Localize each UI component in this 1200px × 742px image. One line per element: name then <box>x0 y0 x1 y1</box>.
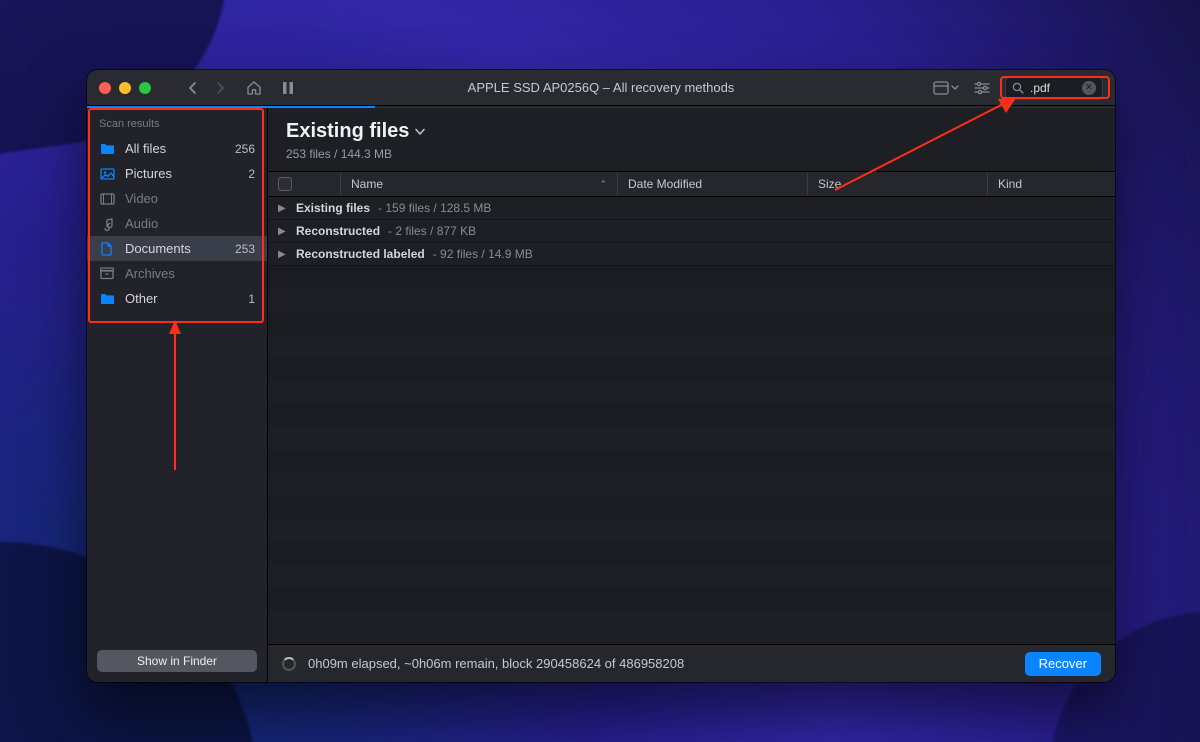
group-meta: - 159 files / 128.5 MB <box>378 201 491 215</box>
clear-search-button[interactable]: ✕ <box>1082 81 1096 95</box>
maximize-button[interactable] <box>139 82 151 94</box>
scan-progress <box>87 106 1115 108</box>
main-panel: Existing files 253 files / 144.3 MB Name… <box>268 108 1115 682</box>
spinner-icon <box>282 657 296 671</box>
group-row[interactable]: ▶ Reconstructed - 2 files / 877 KB <box>268 220 1115 243</box>
folder-icon <box>99 291 115 307</box>
sidebar-item-label: All files <box>125 141 166 156</box>
show-in-finder-button[interactable]: Show in Finder <box>97 650 257 672</box>
column-size[interactable]: Size <box>807 172 987 196</box>
column-name[interactable]: Name ⌃ <box>340 172 617 196</box>
group-row[interactable]: ▶ Reconstructed labeled - 92 files / 14.… <box>268 243 1115 266</box>
disclosure-icon[interactable]: ▶ <box>278 203 288 214</box>
search-icon <box>1012 82 1024 94</box>
select-all-checkbox[interactable] <box>278 177 292 191</box>
app-window: APPLE SSD AP0256Q – All recovery methods… <box>87 70 1115 682</box>
recover-button[interactable]: Recover <box>1025 652 1101 676</box>
sidebar-item-all-files[interactable]: All files 256 <box>87 136 267 161</box>
window-controls <box>99 82 151 94</box>
minimize-button[interactable] <box>119 82 131 94</box>
group-row[interactable]: ▶ Existing files - 159 files / 128.5 MB <box>268 197 1115 220</box>
disclosure-icon[interactable]: ▶ <box>278 226 288 237</box>
sidebar-item-documents[interactable]: Documents 253 <box>87 236 267 261</box>
group-name: Reconstructed labeled <box>296 247 425 261</box>
sidebar-item-count: 1 <box>248 292 255 306</box>
forward-button[interactable] <box>207 75 233 101</box>
folder-icon <box>99 141 115 157</box>
sidebar-item-other[interactable]: Other 1 <box>87 286 267 311</box>
file-listing[interactable]: ▶ Existing files - 159 files / 128.5 MB … <box>268 197 1115 644</box>
sidebar: Scan results All files 256 Pictures 2 Vi… <box>87 108 268 682</box>
main-title[interactable]: Existing files <box>286 120 1097 143</box>
status-text: 0h09m elapsed, ~0h06m remain, block 2904… <box>308 656 684 671</box>
sort-asc-icon: ⌃ <box>599 179 617 190</box>
group-name: Reconstructed <box>296 224 380 238</box>
column-headers: Name ⌃ Date Modified Size Kind <box>268 171 1115 197</box>
sidebar-item-count: 256 <box>235 142 255 156</box>
sidebar-item-label: Pictures <box>125 166 172 181</box>
view-mode-button[interactable] <box>933 75 959 101</box>
search-box[interactable]: ✕ <box>1005 76 1103 100</box>
sidebar-item-label: Other <box>125 291 158 306</box>
video-icon <box>99 191 115 207</box>
group-meta: - 92 files / 14.9 MB <box>433 247 533 261</box>
sidebar-item-label: Video <box>125 191 158 206</box>
main-title-text: Existing files <box>286 120 409 143</box>
home-button[interactable] <box>241 75 267 101</box>
sidebar-section-title: Scan results <box>87 108 267 136</box>
sidebar-item-video[interactable]: Video <box>87 186 267 211</box>
chevron-down-icon <box>415 128 425 136</box>
sidebar-item-count: 2 <box>248 167 255 181</box>
column-kind[interactable]: Kind <box>987 172 1107 196</box>
sidebar-item-pictures[interactable]: Pictures 2 <box>87 161 267 186</box>
disclosure-icon[interactable]: ▶ <box>278 249 288 260</box>
search-input[interactable] <box>1030 81 1076 95</box>
close-button[interactable] <box>99 82 111 94</box>
group-name: Existing files <box>296 201 370 215</box>
picture-icon <box>99 166 115 182</box>
pause-button[interactable] <box>275 75 301 101</box>
document-icon <box>99 241 115 257</box>
titlebar: APPLE SSD AP0256Q – All recovery methods… <box>87 70 1115 106</box>
audio-icon <box>99 216 115 232</box>
sidebar-item-audio[interactable]: Audio <box>87 211 267 236</box>
column-date[interactable]: Date Modified <box>617 172 807 196</box>
sidebar-item-label: Documents <box>125 241 191 256</box>
sidebar-item-label: Audio <box>125 216 158 231</box>
filter-button[interactable] <box>969 75 995 101</box>
empty-rows <box>268 266 1115 611</box>
sidebar-item-count: 253 <box>235 242 255 256</box>
chevron-down-icon <box>951 85 959 91</box>
sidebar-item-label: Archives <box>125 266 175 281</box>
group-meta: - 2 files / 877 KB <box>388 224 476 238</box>
status-bar: 0h09m elapsed, ~0h06m remain, block 2904… <box>268 644 1115 682</box>
archive-icon <box>99 266 115 282</box>
sidebar-item-archives[interactable]: Archives <box>87 261 267 286</box>
back-button[interactable] <box>179 75 205 101</box>
nav-arrows <box>179 75 233 101</box>
main-subtitle: 253 files / 144.3 MB <box>286 147 1097 161</box>
